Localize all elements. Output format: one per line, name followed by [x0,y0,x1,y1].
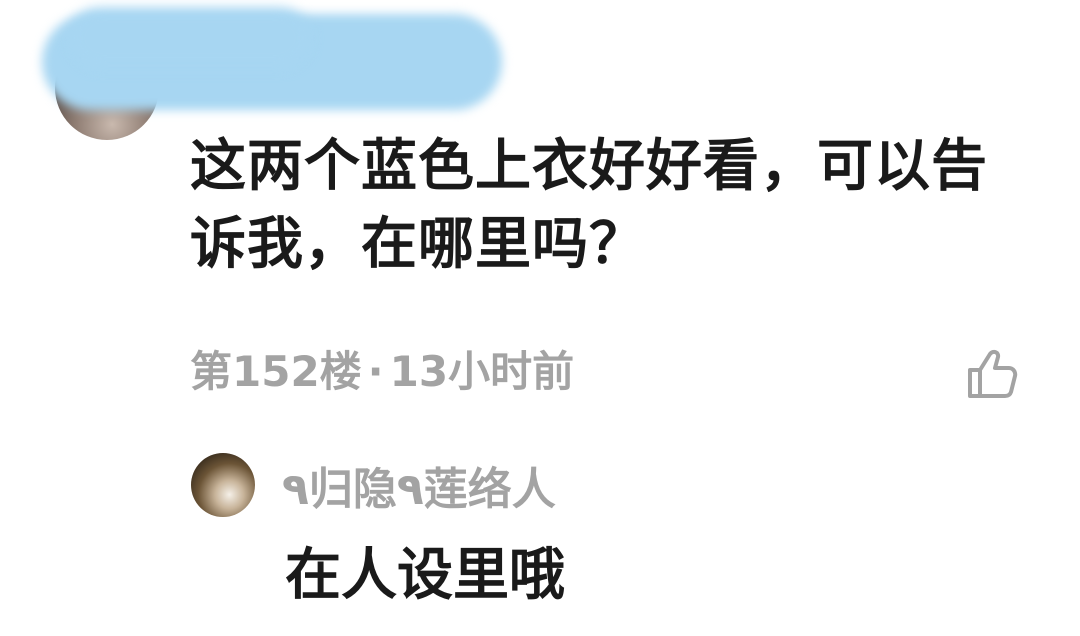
redacted-username-overlay [70,8,310,68]
reply-author[interactable]: ٩归隐٩莲络人 [282,460,556,520]
comment-time: 13小时前 [389,347,575,396]
reply-avatar[interactable] [191,453,255,517]
comment-text: 这两个蓝色上衣好好看，可以告诉我，在哪里吗？ [190,134,988,277]
meta-separator: · [367,347,384,396]
thumbs-up-icon [968,349,1018,398]
floor-number: 第152楼 [190,347,362,396]
comment-meta: 第152楼 · 13小时前 [190,342,574,402]
like-button[interactable] [962,346,1022,402]
reply-text: 在人设里哦 [285,543,565,608]
